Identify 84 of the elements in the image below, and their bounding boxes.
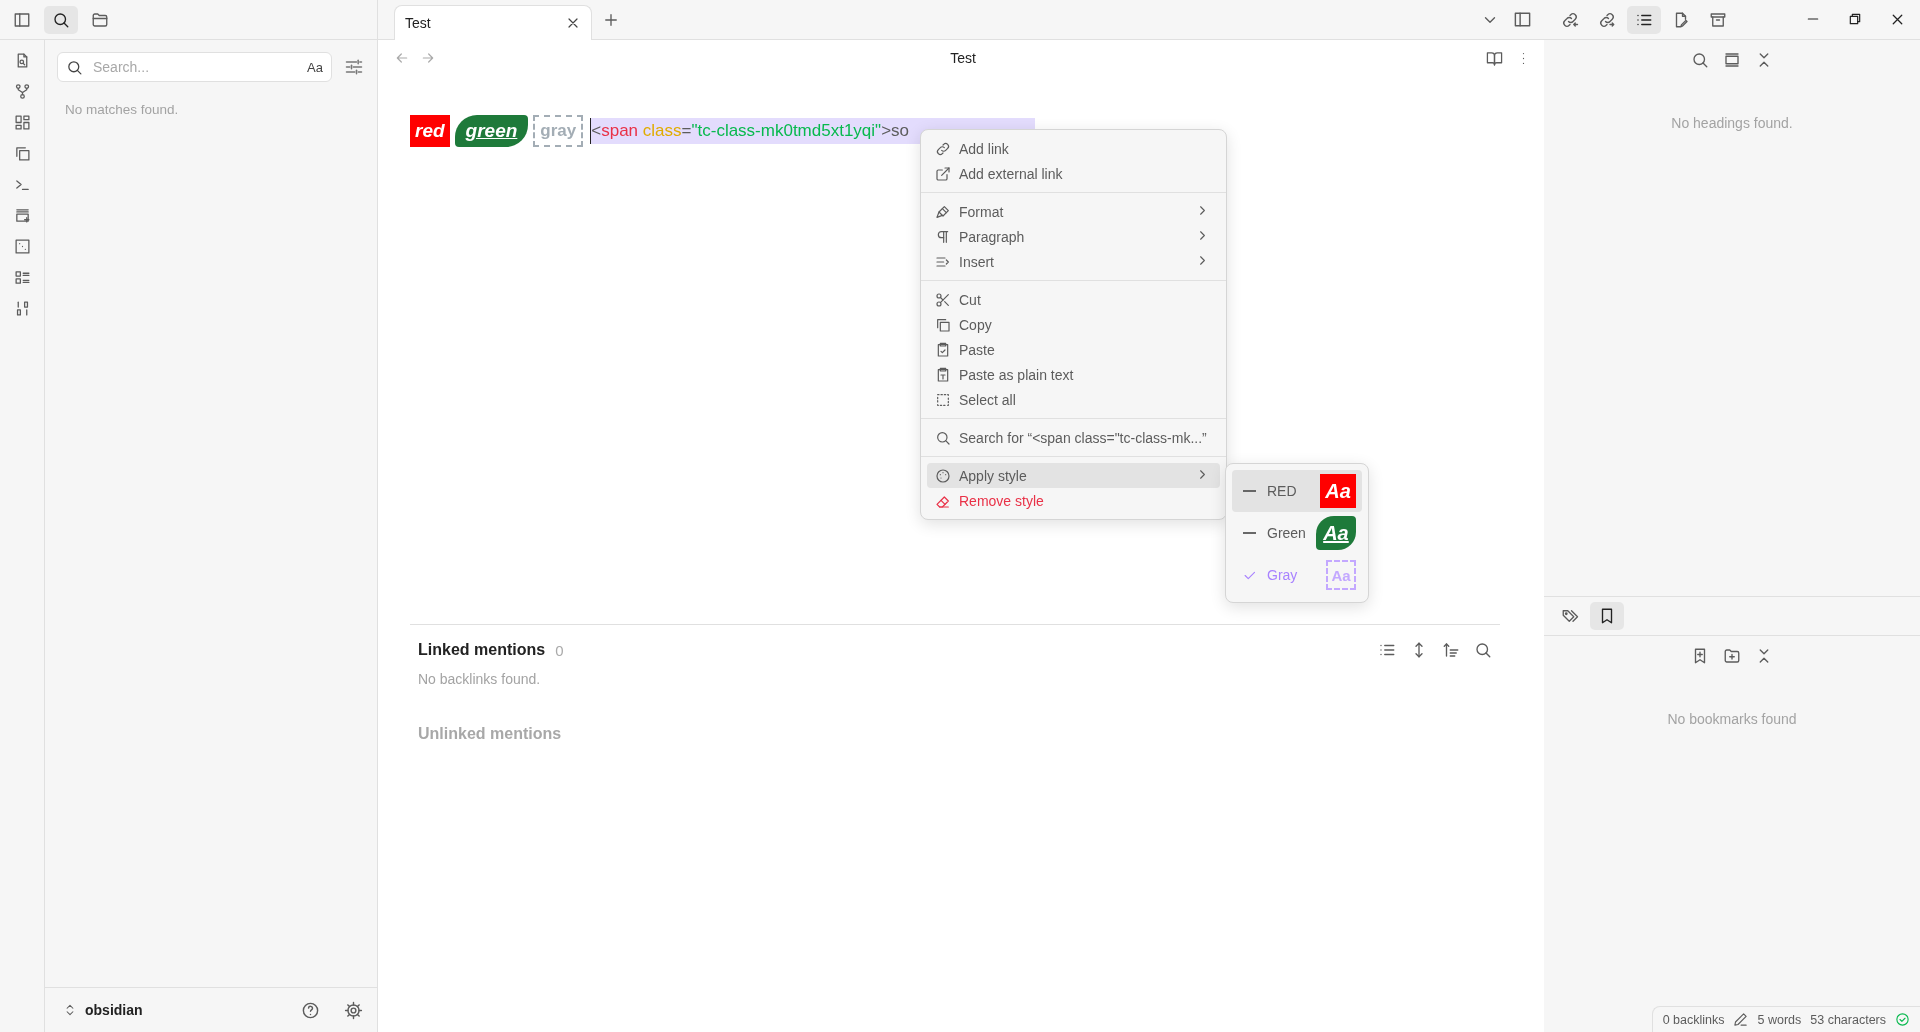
mention-count: 0 (555, 641, 564, 659)
brush-icon (935, 203, 951, 220)
code-text: "tc-class-mk0tmd5xt1yqi" (691, 121, 882, 141)
menu-item[interactable]: Remove style (927, 488, 1220, 513)
scissors-icon (935, 291, 951, 308)
styled-text: gray (533, 115, 584, 147)
clipboard-icon (935, 366, 951, 383)
pencil-icon[interactable] (1733, 1012, 1749, 1027)
search-icon (66, 58, 83, 76)
outgoing-link-icon[interactable] (1598, 10, 1616, 29)
menu-item[interactable]: RED Aa (1232, 470, 1362, 512)
code-text: < (591, 121, 602, 141)
checklist-icon[interactable] (13, 269, 31, 286)
archive-icon[interactable] (1709, 10, 1727, 29)
search-icon[interactable] (1691, 51, 1709, 69)
menu-item[interactable]: Format (927, 199, 1220, 224)
document-tab[interactable]: Test (394, 5, 592, 40)
dash-icon (1243, 532, 1256, 534)
sidebar-tab[interactable] (1590, 602, 1624, 630)
menu-item[interactable]: Cut (927, 287, 1220, 312)
code-text: = (681, 121, 692, 141)
dice-icon[interactable] (13, 238, 31, 255)
sidebar-toggle-icon[interactable] (13, 10, 31, 29)
restore-icon[interactable] (1847, 11, 1863, 27)
menu-item[interactable]: Insert (927, 249, 1220, 274)
tab-label: Test (405, 15, 431, 31)
settings-icon[interactable] (344, 1000, 363, 1020)
menu-item[interactable]: Apply style (927, 463, 1220, 488)
menu-item[interactable]: Add link (927, 136, 1220, 161)
search-icon[interactable] (52, 10, 70, 29)
check-circle-icon[interactable] (1895, 1012, 1910, 1027)
sidebar-toggle-icon[interactable] (1513, 10, 1532, 29)
folder-icon[interactable] (91, 10, 109, 29)
empty-message: No headings found. (1671, 115, 1793, 131)
menu-item[interactable]: Paste as plain text (927, 362, 1220, 387)
menu-item[interactable]: Search for “<span class="tc-class-mk...” (927, 425, 1220, 450)
menu-item[interactable]: Green Aa (1232, 512, 1362, 554)
vault-name[interactable]: obsidian (85, 1002, 143, 1018)
grid-icon[interactable] (13, 114, 31, 131)
styled-text: red (410, 115, 450, 147)
menu-item[interactable]: Add external link (927, 161, 1220, 186)
copy-icon[interactable] (13, 145, 31, 162)
link-icon (935, 140, 951, 157)
menu-item[interactable]: Paste (927, 337, 1220, 362)
search-icon[interactable] (1474, 641, 1492, 659)
code-text: class (641, 121, 682, 141)
graph-icon[interactable] (13, 83, 31, 100)
character-count: 53 characters (1810, 1012, 1886, 1027)
style-preview: Aa (1315, 516, 1356, 550)
code-text: >so (881, 121, 910, 141)
clipboard-check-icon (935, 341, 951, 358)
menu-item[interactable]: Paragraph (927, 224, 1220, 249)
code-text: span (601, 121, 639, 141)
search-icon (935, 429, 951, 446)
style-preview: Aa (1326, 560, 1356, 590)
word-count: 5 words (1757, 1012, 1802, 1027)
section-title: Linked mentions (418, 641, 546, 659)
menu-item[interactable]: Copy (927, 312, 1220, 337)
copy-icon (935, 316, 951, 333)
empty-message: No bookmarks found (1667, 711, 1797, 727)
note-title: Test (950, 50, 976, 66)
pilcrow-icon (935, 228, 951, 245)
tags-icon[interactable] (1561, 607, 1579, 625)
empty-message: No matches found. (65, 102, 180, 117)
empty-message: No backlinks found. (418, 671, 542, 687)
menu-item[interactable]: Select all (927, 387, 1220, 412)
help-icon[interactable] (301, 1000, 320, 1020)
palette-icon (935, 467, 951, 484)
external-link-icon (935, 165, 951, 182)
sort-icon[interactable] (1442, 641, 1460, 659)
panel-icon[interactable] (1723, 51, 1741, 69)
match-case-toggle[interactable]: Aa (307, 59, 323, 75)
incoming-link-icon[interactable] (1561, 10, 1579, 29)
book-icon[interactable] (1486, 49, 1503, 67)
styled-text: green (454, 115, 529, 147)
backlink-count[interactable]: 0 backlinks (1662, 1012, 1725, 1027)
sliders-icon[interactable] (344, 57, 364, 77)
sidebar-tab[interactable] (1627, 5, 1661, 34)
dash-icon (1243, 490, 1256, 492)
stack-plus-icon[interactable] (13, 207, 31, 224)
sidebar-tab[interactable] (44, 5, 78, 34)
search-field[interactable]: Search... Aa (57, 52, 332, 82)
folder-plus-icon[interactable] (1723, 647, 1741, 665)
style-preview: Aa (1320, 474, 1356, 508)
